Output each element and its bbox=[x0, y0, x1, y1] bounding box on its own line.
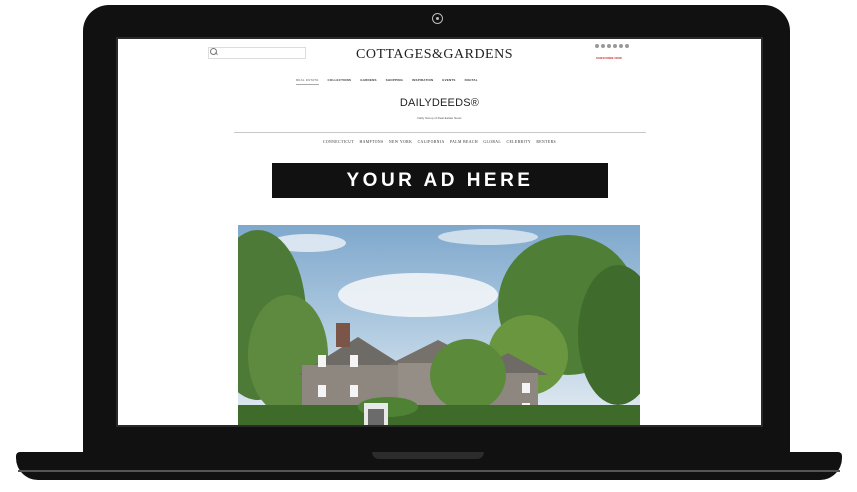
instagram-icon[interactable] bbox=[613, 44, 617, 48]
section-divider bbox=[234, 132, 646, 133]
main-nav: REAL ESTATE COLLECTIONS GARDENS SHOPPING… bbox=[296, 78, 478, 85]
region-link[interactable]: CELEBRITY bbox=[507, 140, 531, 144]
nav-item-gardens[interactable]: GARDENS bbox=[360, 78, 376, 85]
nav-item-shopping[interactable]: SHOPPING bbox=[386, 78, 403, 85]
region-link[interactable]: NEW YORK bbox=[389, 140, 412, 144]
nav-item-digital[interactable]: DIGITAL bbox=[465, 78, 478, 85]
region-link[interactable]: CALIFORNIA bbox=[418, 140, 445, 144]
dailydeeds-title[interactable]: DAILYDEEDS® bbox=[118, 97, 761, 109]
region-nav: CONNECTICUT HAMPTONS NEW YORK CALIFORNIA… bbox=[118, 140, 761, 144]
region-link[interactable]: CONNECTICUT bbox=[323, 140, 354, 144]
nav-item-inspiration[interactable]: INSPIRATION bbox=[412, 78, 433, 85]
facebook-icon[interactable] bbox=[595, 44, 599, 48]
laptop-screen: COTTAGES&GARDENS SUBSCRIBE NOW ... REAL … bbox=[116, 37, 763, 427]
region-link[interactable]: RENTERS bbox=[536, 140, 556, 144]
camera-icon[interactable] bbox=[625, 44, 629, 48]
region-link[interactable]: HAMPTONS bbox=[360, 140, 384, 144]
ad-banner[interactable]: YOUR AD HERE bbox=[272, 163, 608, 198]
nav-item-real-estate[interactable]: REAL ESTATE bbox=[296, 78, 319, 85]
nav-item-events[interactable]: EVENTS bbox=[442, 78, 455, 85]
webcam-icon bbox=[432, 13, 443, 24]
pinterest-icon[interactable] bbox=[607, 44, 611, 48]
site-logo[interactable]: COTTAGES&GARDENS bbox=[356, 47, 513, 63]
laptop-base-edge bbox=[18, 470, 840, 472]
email-icon[interactable] bbox=[619, 44, 623, 48]
search-input[interactable] bbox=[208, 47, 306, 59]
subscribe-link[interactable]: SUBSCRIBE NOW bbox=[596, 56, 622, 60]
search-icon[interactable] bbox=[210, 48, 217, 55]
laptop-notch bbox=[372, 452, 484, 459]
dailydeeds-subtitle: Daily Scoop of Real Estate News bbox=[417, 116, 462, 120]
region-link[interactable]: PALM BEACH bbox=[450, 140, 478, 144]
twitter-icon[interactable] bbox=[601, 44, 605, 48]
social-icons bbox=[595, 44, 629, 48]
house-photo[interactable] bbox=[238, 225, 640, 425]
region-link[interactable]: GLOBAL bbox=[483, 140, 501, 144]
house-illustration bbox=[238, 229, 640, 425]
nav-item-collections[interactable]: COLLECTIONS bbox=[328, 78, 352, 85]
subscribe-subtext: ... bbox=[614, 61, 616, 63]
